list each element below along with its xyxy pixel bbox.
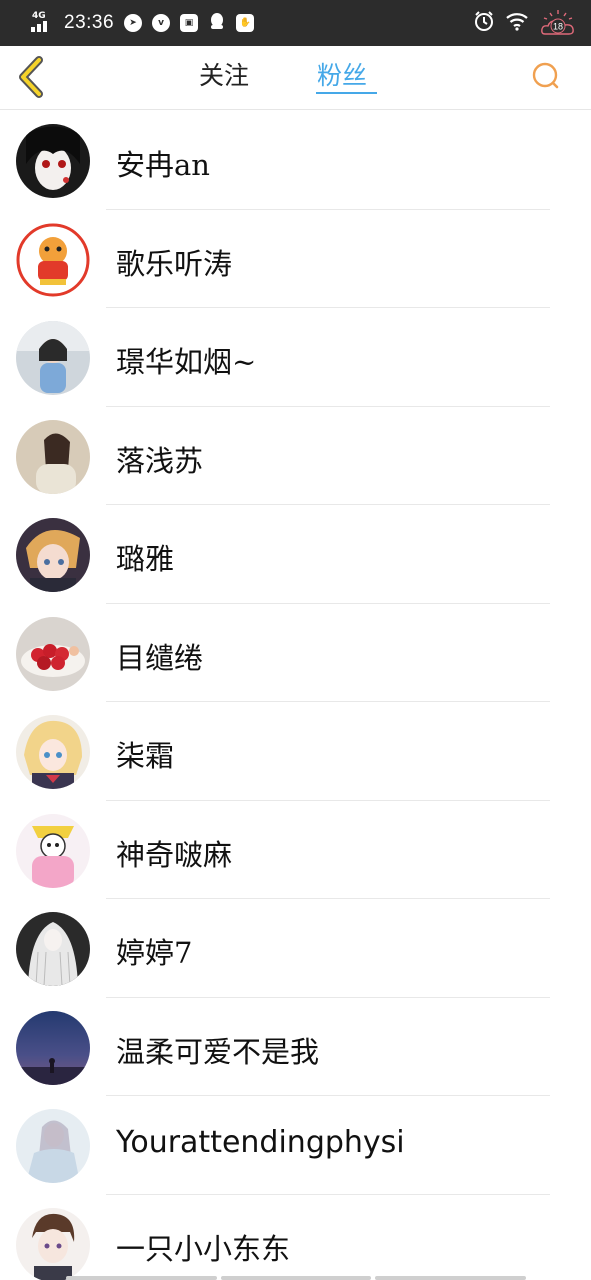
avatar[interactable] (16, 912, 90, 986)
avatar[interactable] (16, 518, 90, 592)
hand-icon: ✋ (236, 14, 255, 32)
tab-fans[interactable]: 粉丝 (317, 56, 367, 92)
fan-name[interactable]: 目缱绻 (116, 635, 203, 677)
status-time: 23:36 (64, 12, 115, 33)
fan-name[interactable]: 安冉an (116, 142, 210, 184)
avatar[interactable] (16, 419, 90, 494)
fan-name[interactable]: 温柔可爱不是我 (116, 1029, 319, 1071)
cellular-signal-icon: 4G (30, 11, 52, 34)
search-button[interactable] (529, 59, 563, 93)
avatar[interactable] (16, 616, 90, 691)
list-item[interactable]: 歌乐听涛 (0, 210, 591, 308)
list-item[interactable]: 婷婷7 (0, 899, 591, 998)
fan-name[interactable]: 一只小小东东 (116, 1226, 290, 1268)
tab-following[interactable]: 关注 (199, 56, 249, 92)
fan-name[interactable]: 神奇啵麻 (116, 832, 232, 874)
vivo-icon: v (152, 14, 171, 32)
list-item[interactable]: 一只小小东东 (0, 1195, 591, 1280)
wifi-icon (505, 11, 529, 35)
bottom-scroll-indicator (66, 1276, 527, 1280)
fan-name[interactable]: 璟华如烟~ (116, 339, 256, 381)
list-item[interactable]: 温柔可爱不是我 (0, 998, 591, 1096)
avatar[interactable] (16, 222, 90, 297)
list-item[interactable]: 目缱绻 (0, 604, 591, 702)
avatar[interactable] (16, 321, 90, 395)
avatar[interactable] (16, 1109, 90, 1183)
image-icon: ▣ (180, 14, 199, 32)
avatar[interactable] (16, 124, 90, 198)
list-item[interactable]: 柒霜 (0, 702, 591, 801)
avatar[interactable] (16, 715, 90, 789)
back-button[interactable] (14, 56, 50, 98)
battery-icon: 18 (539, 8, 577, 38)
status-bar: 4G 23:36 ➤ v ▣ ✋ 18 (0, 0, 591, 46)
avatar[interactable] (16, 813, 90, 888)
active-tab-indicator (316, 92, 377, 94)
list-item[interactable]: Yourattendingphysi (0, 1096, 591, 1195)
search-icon (532, 62, 559, 89)
fan-name[interactable]: Yourattendingphysi (116, 1125, 405, 1160)
compass-icon: ➤ (124, 14, 143, 32)
list-item[interactable]: 安冉an (0, 111, 591, 210)
chevron-left-icon (19, 56, 43, 98)
list-item[interactable]: 神奇啵麻 (0, 801, 591, 899)
alarm-icon (473, 10, 495, 36)
fan-name[interactable]: 璐雅 (116, 536, 174, 578)
list-item[interactable]: 璟华如烟~ (0, 308, 591, 407)
qq-icon (208, 11, 226, 35)
avatar[interactable] (16, 1207, 90, 1280)
fan-name[interactable]: 柒霜 (116, 733, 174, 775)
fan-name[interactable]: 落浅苏 (116, 438, 203, 480)
header: 关注 粉丝 (0, 46, 591, 110)
fan-name[interactable]: 歌乐听涛 (116, 241, 232, 283)
avatar[interactable] (16, 1010, 90, 1085)
fans-list: 安冉an 歌乐听涛 璟华如烟~ 落浅苏 璐雅 目缱绻 柒霜 神奇啵麻 婷婷7 温… (0, 111, 591, 1280)
list-item[interactable]: 落浅苏 (0, 407, 591, 505)
svg-text:18: 18 (553, 22, 563, 32)
fan-name[interactable]: 婷婷7 (116, 930, 192, 972)
list-item[interactable]: 璐雅 (0, 505, 591, 604)
